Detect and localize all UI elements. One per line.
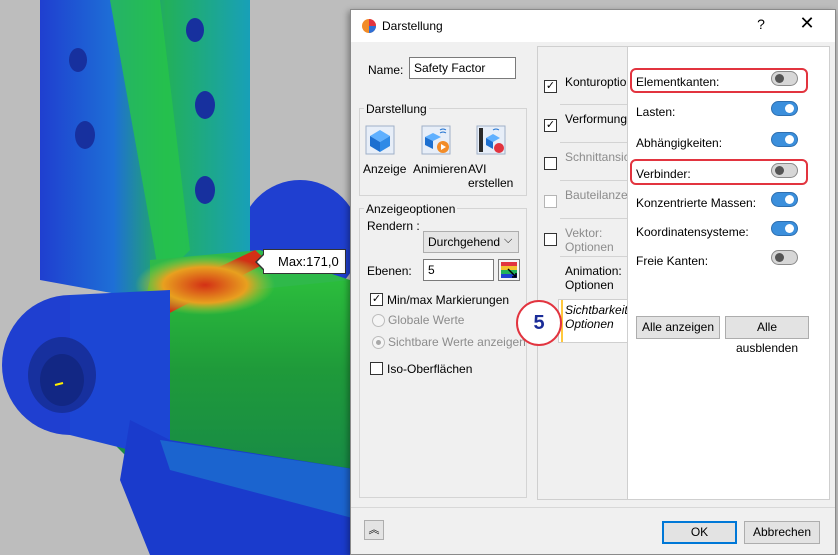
levels-field[interactable]: 5 [423, 259, 494, 281]
tab-animation-optionen[interactable]: Animation: Optionen [565, 264, 627, 292]
tab-konturoptionen[interactable]: Konturoptionen [565, 75, 646, 89]
anzeige-button[interactable]: Anzeige [363, 124, 407, 184]
render-select[interactable]: Durchgehend ⌵ [423, 231, 519, 253]
tab-checkbox-kontur[interactable]: ✓ [544, 80, 557, 93]
darstellung-group-title: Darstellung [364, 102, 429, 116]
minmax-label: Min/max Markierungen [387, 293, 510, 307]
toggle-konzentrierte-massen[interactable] [771, 192, 798, 207]
cube-display-icon [365, 125, 395, 155]
tab-verformungsoptionen[interactable]: Verformungsoptionen [565, 112, 679, 126]
avi-label: AVI erstellen [468, 162, 514, 190]
animieren-label: Animieren [413, 162, 468, 176]
tab-schnittansicht[interactable]: Schnittansicht [565, 150, 640, 164]
tab-checkbox-bauteil[interactable] [544, 195, 557, 208]
step-badge: 5 [516, 300, 562, 346]
vis-label-konzentrierte-massen: Konzentrierte Massen: [636, 196, 757, 210]
vis-label-koordinatensysteme: Koordinatensysteme: [636, 225, 749, 239]
avi-button[interactable]: AVI erstellen [468, 124, 518, 196]
iso-surfaces-checkbox[interactable] [370, 362, 383, 375]
tab-sichtbarkeit-optionen[interactable]: Sichtbarkeit: Optionen [565, 303, 631, 331]
toggle-verbinder[interactable] [771, 163, 798, 178]
iso-surfaces-label: Iso-Oberflächen [387, 362, 473, 376]
footer-separator [351, 507, 835, 508]
global-values-radio[interactable] [372, 314, 385, 327]
visible-values-label: Sichtbare Werte anzeigen [388, 335, 526, 349]
darstellung-dialog: Darstellung ? ✕ Name: Safety Factor Dars… [350, 9, 836, 555]
render-label: Rendern : [367, 219, 420, 233]
tab-checkbox-vektor[interactable] [544, 233, 557, 246]
name-label: Name: [368, 63, 404, 77]
global-values-label: Globale Werte [388, 313, 465, 327]
toggle-elementkanten[interactable] [771, 71, 798, 86]
help-button[interactable]: ? [751, 16, 771, 32]
animate-icon [421, 125, 451, 155]
render-select-value: Durchgehend [428, 235, 501, 249]
vis-label-lasten: Lasten: [636, 105, 676, 119]
tab-checkbox-schnitt[interactable] [544, 157, 557, 170]
tab-checkbox-verformung[interactable]: ✓ [544, 119, 557, 132]
cancel-button[interactable]: Abbrechen [744, 521, 820, 544]
animieren-button[interactable]: Animieren [413, 124, 468, 184]
toggle-abhaengigkeiten[interactable] [771, 132, 798, 147]
close-button[interactable]: ✕ [795, 13, 819, 34]
levels-label: Ebenen: [367, 264, 412, 278]
toggle-freie-kanten[interactable] [771, 250, 798, 265]
vis-label-abhaengigkeiten: Abhängigkeiten: [636, 136, 723, 150]
hide-all-button[interactable]: Alle ausblenden [725, 316, 809, 355]
avi-record-icon [476, 125, 506, 155]
expand-button[interactable]: ︽ [364, 520, 384, 540]
dialog-title: Darstellung [382, 19, 443, 33]
visibility-panel: Elementkanten: Lasten: Abhängigkeiten: V… [627, 46, 830, 500]
vis-label-freie-kanten: Freie Kanten: [636, 254, 709, 268]
color-scale-icon[interactable] [498, 259, 520, 281]
chevron-down-icon: ⌵ [504, 234, 513, 246]
app-icon [362, 19, 376, 33]
anzeigeoptionen-group-title: Anzeigeoptionen [364, 202, 458, 216]
tab-bauteilanzeige[interactable]: Bauteilanzeige [565, 188, 644, 202]
vis-label-elementkanten: Elementkanten: [636, 75, 720, 89]
max-value-label: Max:171,0 [255, 249, 346, 274]
dialog-titlebar[interactable]: Darstellung ? ✕ [351, 10, 835, 42]
minmax-checkbox[interactable]: ✓ [370, 293, 383, 306]
tab-column: ✓ Konturoptionen ✓ Verformungsoptionen S… [537, 46, 679, 500]
ok-button[interactable]: OK [662, 521, 737, 544]
visible-values-radio[interactable] [372, 336, 385, 349]
vis-label-verbinder: Verbinder: [636, 167, 691, 181]
tab-vektor-optionen[interactable]: Vektor: Optionen [565, 226, 627, 254]
name-field[interactable]: Safety Factor [409, 57, 516, 79]
show-all-button[interactable]: Alle anzeigen [636, 316, 720, 339]
toggle-lasten[interactable] [771, 101, 798, 116]
anzeige-label: Anzeige [363, 162, 407, 176]
toggle-koordinatensysteme[interactable] [771, 221, 798, 236]
